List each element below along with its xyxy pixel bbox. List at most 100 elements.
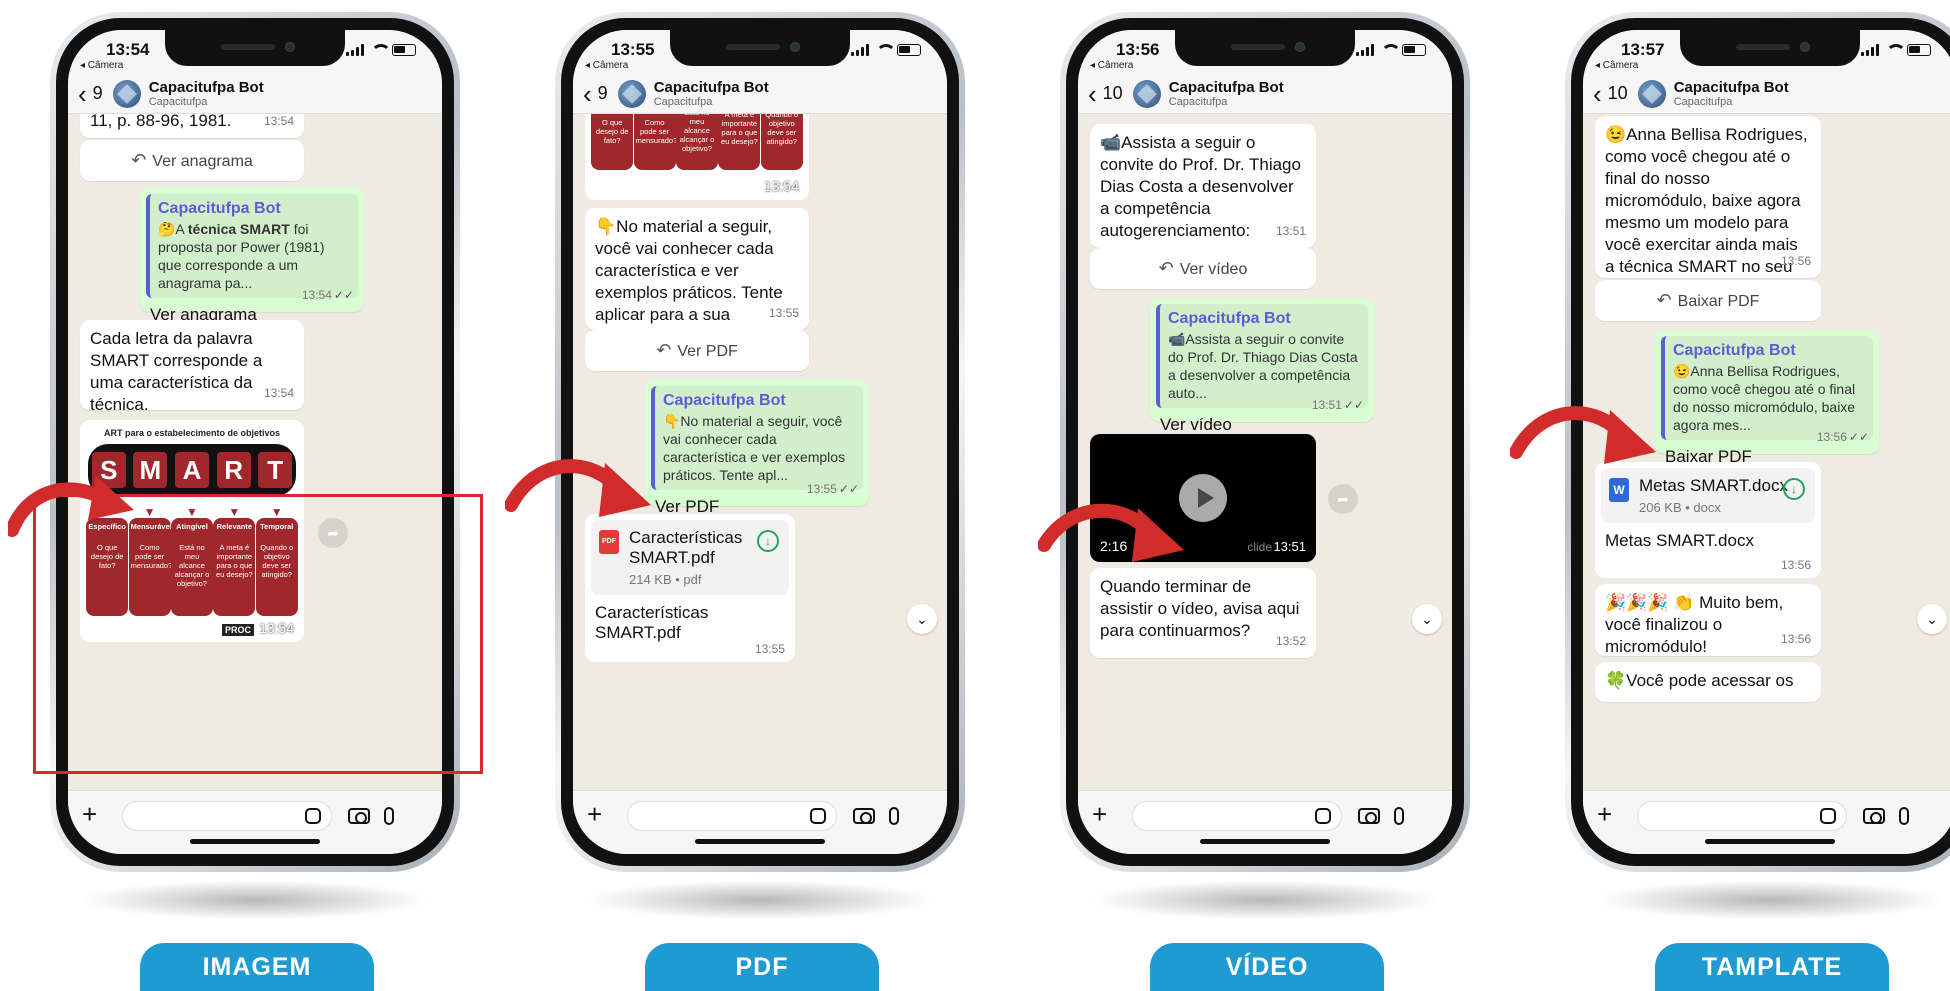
quoted-sender: Capacitufpa Bot [663, 392, 786, 409]
quoted-message[interactable]: Capacitufpa Bot 👇No material a seguir, v… [651, 386, 863, 490]
avatar[interactable] [112, 79, 141, 108]
red-arrow-icon [8, 476, 134, 537]
message-input[interactable] [1637, 801, 1847, 831]
sticker-icon[interactable] [810, 808, 826, 824]
smart-image-message[interactable]: O que desejo de fato? Como pode ser mens… [585, 114, 809, 200]
signal-icon [346, 44, 364, 56]
baixar-pdf-button[interactable]: ↶ Baixar PDF [1595, 280, 1821, 321]
message-time: 13:52 [1275, 634, 1306, 648]
unread-count: 9 [597, 83, 608, 103]
attach-plus-icon[interactable]: + [587, 801, 613, 827]
contact-subtitle: Capacitufpa [653, 96, 713, 108]
notch [670, 30, 850, 66]
file-meta: 206 KB • docx [1639, 500, 1721, 515]
signal-icon [1861, 44, 1879, 56]
back-chevron-icon[interactable]: ‹ [1593, 81, 1602, 107]
ver-video-button[interactable]: ↶ Ver vídeo [1090, 248, 1316, 289]
attach-plus-icon[interactable]: + [1597, 801, 1623, 827]
message-time: 13:54 [763, 178, 799, 194]
contact-name: Capacitufpa Bot [148, 79, 264, 96]
message-text: 🍀Você pode acessar os [1605, 671, 1794, 690]
scroll-down-icon[interactable]: ⌄ [1412, 604, 1442, 634]
camera-icon[interactable] [348, 808, 370, 824]
back-chevron-icon[interactable]: ‹ [78, 81, 87, 107]
smart-column: A meta é importante para o que eu desejo… [718, 114, 761, 170]
phone-shadow [585, 880, 935, 920]
camera-icon[interactable] [1358, 808, 1380, 824]
read-ticks-icon: ✓✓ [333, 288, 354, 302]
microphone-icon[interactable] [1899, 807, 1909, 825]
back-to-camera-link[interactable]: ◂ Câmera [1090, 60, 1133, 71]
back-to-camera-link[interactable]: ◂ Câmera [80, 60, 123, 71]
message-time: 13:54 [263, 114, 294, 128]
signal-icon [1356, 44, 1374, 56]
avatar[interactable] [617, 79, 646, 108]
camera-icon[interactable] [1863, 808, 1885, 824]
contact-info[interactable]: Capacitufpa Bot Capacitufpa [1169, 79, 1284, 108]
avatar[interactable] [1637, 79, 1666, 108]
message-time: 13:51 [1273, 539, 1306, 554]
download-icon[interactable]: ↓ [1783, 478, 1805, 500]
forward-icon[interactable]: ➦ [1328, 484, 1358, 514]
back-to-camera-link[interactable]: ◂ Câmera [585, 60, 628, 71]
smart-letter: M [133, 452, 168, 488]
sticker-icon[interactable] [305, 808, 321, 824]
sticker-icon[interactable] [1315, 808, 1331, 824]
notch [1680, 30, 1860, 66]
quoted-message[interactable]: Capacitufpa Bot 😉Anna Bellisa Rodrigues,… [1661, 336, 1873, 440]
status-time: 13:55 [611, 40, 655, 59]
smart-columns: O que desejo de fato? Como pode ser mens… [591, 114, 803, 170]
file-message[interactable]: PDF Características SMART.pdf 214 KB • p… [585, 514, 795, 662]
smart-letter: R [216, 452, 251, 488]
composer: + [1583, 790, 1950, 854]
phone-video: 13:56 ◂ Câmera ‹ 10 Capacitufpa Bot Capac… [1060, 12, 1470, 920]
back-chevron-icon[interactable]: ‹ [1088, 81, 1097, 107]
message-time: 13:56 [1780, 254, 1811, 268]
battery-icon [897, 44, 921, 56]
message-input[interactable] [1132, 801, 1342, 831]
message-bubble: 🎉🎉🎉 👏 Muito bem, você finalizou o microm… [1595, 584, 1821, 656]
reply-arrow-icon: ↶ [1656, 290, 1672, 310]
home-indicator [190, 839, 320, 844]
contact-info[interactable]: Capacitufpa Bot Capacitufpa [654, 79, 769, 108]
quoted-text: 😉Anna Bellisa Rodrigues, como você chego… [1673, 363, 1856, 433]
label-video: VÍDEO [1150, 943, 1384, 991]
ver-pdf-button[interactable]: ↶ Ver PDF [585, 330, 809, 371]
message-bubble: 😉Anna Bellisa Rodrigues, como você chego… [1595, 116, 1821, 298]
chat-header: ‹ 9 Capacitufpa Bot Capacitufpa [68, 74, 442, 114]
camera-icon[interactable] [853, 808, 875, 824]
back-chevron-icon[interactable]: ‹ [583, 81, 592, 107]
scroll-down-icon[interactable]: ⌄ [907, 604, 937, 634]
sticker-icon[interactable] [1820, 808, 1836, 824]
microphone-icon[interactable] [1394, 807, 1404, 825]
message-text: 👇No material a seguir, você vai conhecer… [595, 217, 783, 346]
message-input[interactable] [122, 801, 332, 831]
quoted-sender: Capacitufpa Bot [158, 200, 281, 217]
contact-name: Capacitufpa Bot [1673, 79, 1789, 96]
composer: + [573, 790, 947, 854]
scroll-down-icon[interactable]: ⌄ [1917, 604, 1947, 634]
image-title: ART para o estabelecimento de objetivos [103, 428, 281, 438]
back-to-camera-link[interactable]: ◂ Câmera [1595, 60, 1638, 71]
message-input[interactable] [627, 801, 837, 831]
quoted-message[interactable]: Capacitufpa Bot 📹Assista a seguir o conv… [1156, 304, 1368, 408]
file-meta: 214 KB • pdf [629, 572, 702, 587]
message-time: 13:51 [1275, 224, 1306, 238]
ver-anagrama-button[interactable]: ↶ Ver anagrama [80, 140, 304, 181]
attach-plus-icon[interactable]: + [82, 801, 108, 827]
wifi-icon [1380, 44, 1401, 56]
microphone-icon[interactable] [384, 807, 394, 825]
message-bubble: 🍀Você pode acessar os [1595, 662, 1821, 702]
message-text: 📹Assista a seguir o convite do Prof. Dr.… [1100, 133, 1301, 240]
microphone-icon[interactable] [889, 807, 899, 825]
avatar[interactable] [1132, 79, 1161, 108]
attach-plus-icon[interactable]: + [1092, 801, 1118, 827]
download-icon[interactable]: ↓ [757, 530, 779, 552]
contact-info[interactable]: Capacitufpa Bot Capacitufpa [1674, 79, 1789, 108]
contact-info[interactable]: Capacitufpa Bot Capacitufpa [149, 79, 264, 108]
read-ticks-icon: ✓✓ [1343, 398, 1364, 412]
quoted-message[interactable]: Capacitufpa Bot 🤔A técnica SMART foi pro… [146, 194, 358, 298]
outgoing-reply-bubble: Capacitufpa Bot 😉Anna Bellisa Rodrigues,… [1655, 330, 1879, 466]
message-time: 13:55 ✓✓ [806, 482, 859, 496]
wifi-icon [875, 44, 896, 56]
